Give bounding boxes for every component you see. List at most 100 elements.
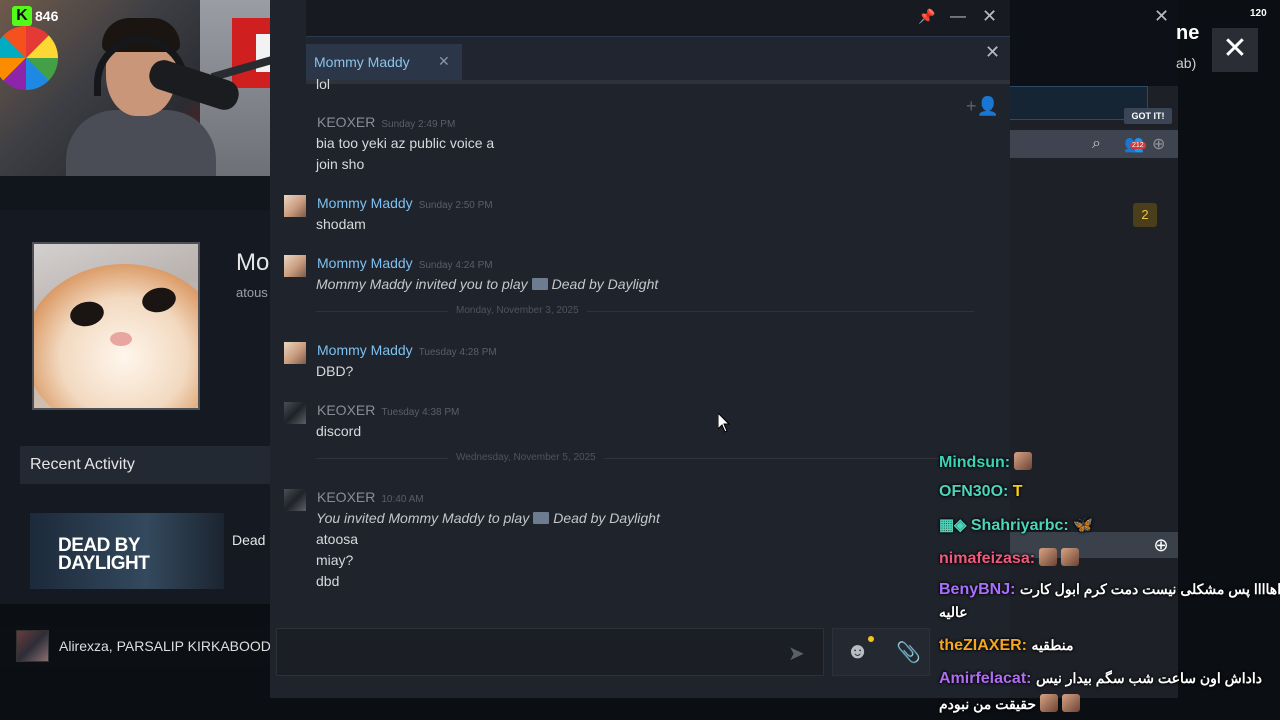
game-invite[interactable]: You invited Mommy Maddy to play Dead by D… (316, 510, 660, 526)
emote-icon (1014, 452, 1033, 470)
message-time: Sunday 4:24 PM (418, 260, 493, 271)
add-friend-icon[interactable]: ⊕ (1152, 134, 1165, 154)
sender-avatar[interactable] (284, 342, 306, 364)
close-icon[interactable]: ✕ (1212, 28, 1258, 72)
profile-name: Mo (236, 249, 270, 276)
message-time: Tuesday 4:28 PM (418, 347, 497, 358)
group-avatar[interactable] (16, 630, 49, 662)
overlay-title: ne (1176, 22, 1200, 44)
overlay-chat-line: حقیقت من نبودم (939, 694, 1080, 714)
message-text: bia too yeki az public voice a (316, 135, 495, 151)
emote-icon (1039, 548, 1058, 566)
date-divider (316, 311, 974, 312)
message-input[interactable] (276, 628, 824, 676)
emoji-icon[interactable]: ☻ (846, 638, 869, 664)
sender-name[interactable]: KEOXER Tuesday 4:38 PM (317, 402, 459, 418)
game-icon (533, 512, 550, 524)
send-icon[interactable]: ➤ (788, 641, 805, 666)
emote-icon (1039, 694, 1058, 712)
sender-avatar[interactable] (284, 195, 306, 217)
sender-name[interactable]: KEOXER 10:40 AM (317, 489, 424, 505)
chat-user: theZIAXER: (939, 637, 1027, 654)
chat-user: BenyBNJ: (939, 581, 1016, 598)
webcam-feed (0, 0, 306, 176)
sender-avatar[interactable] (284, 402, 306, 424)
emote-icon (1061, 694, 1080, 712)
profile-subtitle: atous (236, 285, 268, 300)
tab-close-icon[interactable]: ✕ (438, 53, 450, 70)
date-divider (316, 458, 974, 459)
sender-name[interactable]: Mommy Maddy Sunday 4:24 PM (317, 255, 493, 271)
viewer-count: 846 (35, 8, 59, 24)
chat-message: T (1012, 483, 1023, 500)
message-time: Sunday 2:49 PM (381, 119, 456, 130)
chat-message: داداش اون ساعت شب سگم بیدار نیس (1035, 670, 1262, 686)
game-icon (531, 278, 548, 290)
chat-user: Amirfelacat: (939, 670, 1032, 687)
message-text: join sho (316, 156, 365, 172)
chat-user: OFN30O: (939, 483, 1009, 500)
overlay-chat-line: Amirfelacat: داداش اون ساعت شب سگم بیدار… (939, 670, 1262, 688)
message-time: Tuesday 4:38 PM (381, 407, 460, 418)
game-banner-line2: DAYLIGHT (58, 553, 150, 574)
message-text: DBD? (316, 363, 354, 379)
sender-name[interactable]: Mommy Maddy Tuesday 4:28 PM (317, 342, 497, 358)
got-it-button[interactable]: GOT IT! (1124, 108, 1172, 124)
chat-message: اهاااا پس مشکلی نیست دمت کرم ابول کارت (1019, 581, 1280, 597)
overlay-chat-line: عالیه (939, 604, 968, 622)
sender-name[interactable]: KEOXER Sunday 2:49 PM (317, 114, 455, 130)
sender-name[interactable]: Mommy Maddy Sunday 2:50 PM (317, 195, 493, 211)
message-text: miay? (316, 552, 354, 568)
message-text: discord (316, 423, 362, 439)
message-time: Sunday 2:50 PM (418, 200, 493, 211)
overlay-chat-line: theZIAXER: منطقیه (939, 637, 1073, 655)
sender-avatar[interactable] (284, 255, 306, 277)
chat-message: عالیه (939, 604, 968, 620)
search-icon[interactable]: ⌕ (1092, 135, 1101, 153)
game-invite[interactable]: Mommy Maddy invited you to play Dead by D… (316, 276, 658, 292)
chat-titlebar[interactable] (306, 0, 1010, 36)
message-text: dbd (316, 573, 340, 589)
plus-icon[interactable]: ⊕ (1150, 535, 1172, 555)
overlay-chat-line: nimafeizasa: (939, 548, 1080, 568)
butterfly-emote-icon: 🦋 (1073, 517, 1094, 534)
overlay-subtitle: ab) (1176, 55, 1197, 71)
fps-counter: 120 (1250, 8, 1267, 19)
chat-close-icon[interactable]: ✕ (985, 42, 1000, 63)
minimize-icon[interactable]: — (950, 8, 966, 26)
pin-icon[interactable]: 📌 (918, 8, 935, 26)
prize-wheel (0, 26, 58, 90)
chat-user: Shahriyarbc: (970, 517, 1069, 534)
group-chat-label[interactable]: Alirexza, PARSALIP KIRKABOOD, (59, 638, 271, 654)
profile-avatar[interactable] (32, 242, 200, 410)
date-divider-label: Wednesday, November 5, 2025 (448, 452, 604, 463)
message-time: 10:40 AM (381, 494, 424, 505)
game-label[interactable]: Dead (232, 532, 265, 548)
scroll-edge (306, 80, 1010, 84)
friends-count-badge: 212 (1130, 142, 1146, 149)
emote-icon (1061, 548, 1080, 566)
paperclip-icon[interactable]: 📎 (896, 640, 921, 665)
game-banner[interactable]: DEAD BY DAYLIGHT (30, 513, 224, 589)
close-icon[interactable]: ✕ (982, 6, 997, 27)
message-text: shodam (316, 216, 366, 232)
count-badge: 2 (1133, 203, 1157, 227)
stream-overlay (1178, 0, 1280, 720)
date-divider-label: Monday, November 3, 2025 (448, 305, 587, 316)
chat-user: Mindsun: (939, 454, 1011, 471)
notification-dot (868, 636, 874, 642)
sender-avatar[interactable] (284, 489, 306, 511)
friends-titlebar (1010, 0, 1178, 86)
mouse-cursor-icon (718, 413, 730, 433)
chat-user: nimafeizasa: (939, 550, 1036, 567)
badge-icon: ▦◈ (939, 517, 967, 534)
overlay-chat-line: OFN30O: T (939, 483, 1023, 501)
add-friend-icon[interactable]: +👤 (966, 96, 999, 117)
overlay-chat-line: Mindsun: (939, 452, 1033, 472)
partial-message: lol (316, 76, 331, 92)
recent-activity-header: Recent Activity (20, 446, 270, 484)
kick-logo-icon: K (12, 6, 32, 26)
close-icon[interactable]: ✕ (1154, 6, 1169, 27)
chat-message: حقیقت من نبودم (939, 696, 1036, 712)
tab-label[interactable]: Mommy Maddy (314, 54, 410, 70)
